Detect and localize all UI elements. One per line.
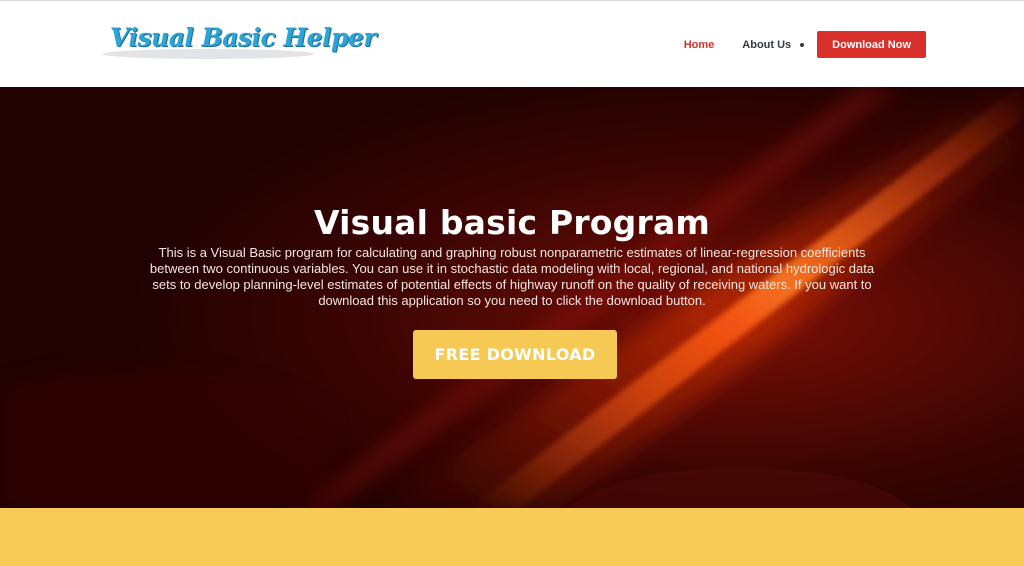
nav-home-link[interactable]: Home <box>684 39 715 51</box>
logo-text: Visual Basic Helper <box>110 23 377 52</box>
site-header: Visual Basic Helper Home About Us Downlo… <box>0 0 1024 87</box>
hero-title: Visual basic Program <box>313 203 711 242</box>
free-download-button[interactable]: FREE DOWNLOAD <box>413 330 617 379</box>
bottom-section <box>0 508 1024 566</box>
nav-about-link[interactable]: About Us <box>742 39 791 51</box>
site-logo[interactable]: Visual Basic Helper <box>102 23 377 61</box>
nav-dropdown-dot-icon[interactable] <box>800 42 805 47</box>
hero-section: Visual basic Program This is a Visual Ba… <box>0 87 1024 508</box>
hero-description: This is a Visual Basic program for calcu… <box>149 245 875 308</box>
main-nav: Home About Us Download Now <box>684 31 926 58</box>
download-now-button[interactable]: Download Now <box>817 31 926 58</box>
